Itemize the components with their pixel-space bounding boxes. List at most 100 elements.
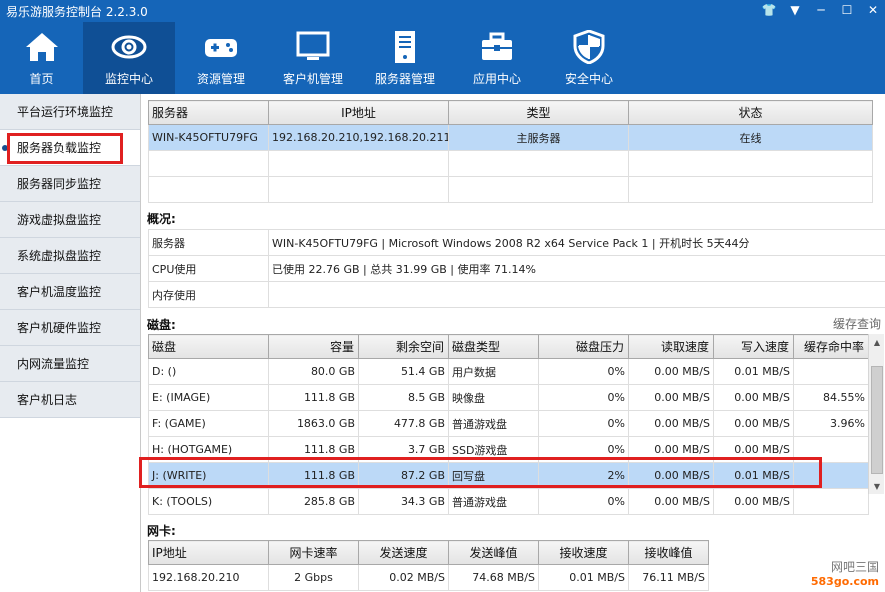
highlight-box [7, 133, 123, 164]
column-header[interactable]: 接收峰值 [628, 540, 709, 565]
disk-cache-hit-cell: 84.55% [793, 384, 869, 411]
column-header[interactable]: 服务器 [148, 100, 269, 125]
nav-label: 应用中心 [472, 72, 521, 86]
nav-security-center[interactable]: 安全中心 [543, 22, 635, 94]
table-row[interactable]: WIN-K45OFTU79FG 192.168.20.210,192.168.2… [148, 124, 873, 151]
column-header[interactable]: 磁盘压力 [538, 334, 629, 359]
nav-label: 客户机管理 [282, 72, 343, 86]
overview-table: 服务器 WIN-K45OFTU79FG | Microsoft Windows 2… [148, 229, 885, 308]
sidebar-item-client-temp[interactable]: 客户机温度监控 [0, 274, 140, 310]
disk-table-scrollbar[interactable]: ▲ ▼ [868, 334, 884, 494]
column-header[interactable]: 缓存命中率 [793, 334, 869, 359]
window-controls: 👕 ▼ ─ ☐ ✕ [761, 2, 881, 18]
nic-recv-cell: 0.01 MB/S [538, 564, 629, 591]
column-header[interactable]: 类型 [448, 100, 629, 125]
gamepad-icon [205, 39, 237, 57]
table-row[interactable]: D: () 80.0 GB 51.4 GB 用户数据 0% 0.00 MB/S 0.01 M… [148, 358, 869, 385]
column-header[interactable]: 剩余空间 [358, 334, 449, 359]
minimize-icon[interactable]: ─ [813, 2, 829, 18]
disk-cache-hit-cell [793, 358, 869, 385]
nic-ip-cell: 192.168.20.210 [148, 564, 269, 591]
nav-label: 首页 [29, 72, 54, 86]
nav-label: 监控中心 [104, 72, 153, 86]
shirt-icon[interactable]: 👕 [761, 2, 777, 18]
sidebar-item-platform-env[interactable]: 平台运行环境监控 [0, 94, 140, 130]
column-header[interactable]: 接收速度 [538, 540, 629, 565]
disk-name-cell: F: (GAME) [148, 410, 269, 437]
sidebar-item-label: 平台运行环境监控 [17, 105, 114, 119]
nic-title: 网卡: [147, 524, 176, 538]
column-header[interactable]: IP地址 [148, 540, 269, 565]
table-row[interactable]: F: (GAME) 1863.0 GB 477.8 GB 普通游戏盘 0% 0.00 MB… [148, 410, 869, 437]
server-status-cell: 在线 [628, 124, 873, 151]
disk-free-cell: 51.4 GB [358, 358, 449, 385]
disk-type-cell: 普通游戏盘 [448, 488, 539, 515]
sidebar-item-client-log[interactable]: 客户机日志 [0, 382, 140, 418]
nav-client-management[interactable]: 客户机管理 [267, 22, 359, 94]
column-header[interactable]: 容量 [268, 334, 359, 359]
nav-label: 服务器管理 [374, 72, 435, 86]
server-name-cell: WIN-K45OFTU79FG [148, 124, 269, 151]
column-header[interactable]: 发送峰值 [448, 540, 539, 565]
sidebar-item-label: 客户机硬件监控 [17, 321, 102, 335]
close-icon[interactable]: ✕ [865, 2, 881, 18]
sidebar-item-server-sync[interactable]: 服务器同步监控 [0, 166, 140, 202]
server-type-cell: 主服务器 [448, 124, 629, 151]
nav-server-management[interactable]: 服务器管理 [359, 22, 451, 94]
server-icon [395, 31, 415, 63]
scroll-thumb[interactable] [871, 366, 883, 474]
watermark-line1: 网吧三国 [830, 560, 879, 574]
sidebar-item-lan-traffic[interactable]: 内网流量监控 [0, 346, 140, 382]
disk-free-cell: 34.3 GB [358, 488, 449, 515]
overview-label: 服务器 [148, 229, 269, 256]
sidebar-item-label: 服务器同步监控 [17, 177, 102, 191]
cache-query-link[interactable]: 缓存查询 [833, 315, 881, 332]
disk-read-cell: 0.00 MB/S [628, 488, 714, 515]
overview-title: 概况: [147, 212, 176, 226]
column-header[interactable]: 网卡速率 [268, 540, 359, 565]
table-row[interactable]: K: (TOOLS) 285.8 GB 34.3 GB 普通游戏盘 0% 0.00 MB/… [148, 488, 869, 515]
nic-send-cell: 0.02 MB/S [358, 564, 449, 591]
column-header[interactable]: 磁盘类型 [448, 334, 539, 359]
nic-speed-cell: 2 Gbps [268, 564, 359, 591]
disk-read-cell: 0.00 MB/S [628, 358, 714, 385]
disk-name-cell: D: () [148, 358, 269, 385]
disk-capacity-cell: 285.8 GB [268, 488, 359, 515]
table-row[interactable]: 192.168.20.210 2 Gbps 0.02 MB/S 74.68 MB… [148, 564, 709, 591]
overview-value: WIN-K45OFTU79FG | Microsoft Windows 2008… [268, 229, 885, 256]
table-row[interactable]: E: (IMAGE) 111.8 GB 8.5 GB 映像盘 0% 0.00 MB/S 0.… [148, 384, 869, 411]
title-bar: 易乐游服务控制台 2.2.3.0 👕 ▼ ─ ☐ ✕ [0, 0, 885, 22]
column-header[interactable]: 发送速度 [358, 540, 449, 565]
highlight-box [139, 457, 822, 488]
scroll-down-icon[interactable]: ▼ [869, 478, 885, 494]
nic-send-peak-cell: 74.68 MB/S [448, 564, 539, 591]
nav-app-center[interactable]: 应用中心 [451, 22, 543, 94]
sidebar-item-client-hardware[interactable]: 客户机硬件监控 [0, 310, 140, 346]
maximize-icon[interactable]: ☐ [839, 2, 855, 18]
nav-monitor-center[interactable]: 监控中心 [83, 22, 175, 94]
menu-icon[interactable]: ▼ [787, 2, 803, 18]
shield-icon [573, 30, 605, 64]
disk-write-cell: 0.01 MB/S [713, 358, 794, 385]
disk-capacity-cell: 111.8 GB [268, 384, 359, 411]
nav-resource-management[interactable]: 资源管理 [175, 22, 267, 94]
scroll-up-icon[interactable]: ▲ [869, 334, 885, 350]
server-ip-cell: 192.168.20.210,192.168.20.211 [268, 124, 449, 151]
nic-recv-peak-cell: 76.11 MB/S [628, 564, 709, 591]
column-header[interactable]: IP地址 [268, 100, 449, 125]
nav-home[interactable]: 首页 [0, 22, 83, 94]
sidebar-item-label: 客户机温度监控 [17, 285, 102, 299]
column-header[interactable]: 写入速度 [713, 334, 794, 359]
watermark-line2: 583go.com [810, 575, 879, 588]
watermark: 网吧三国 583go.com [811, 558, 879, 588]
disk-cache-hit-cell [793, 488, 869, 515]
column-header[interactable]: 读取速度 [628, 334, 714, 359]
column-header[interactable]: 磁盘 [148, 334, 269, 359]
sidebar-item-system-vdisk[interactable]: 系统虚拟盘监控 [0, 238, 140, 274]
sidebar-item-game-vdisk[interactable]: 游戏虚拟盘监控 [0, 202, 140, 238]
server-table: 服务器 IP地址 类型 状态 WIN-K45OFTU79FG 192.168.2… [148, 100, 873, 203]
toolbox-icon [482, 32, 512, 60]
sidebar: 平台运行环境监控 服务器负载监控 服务器同步监控 游戏虚拟盘监控 系统虚拟盘监控… [0, 94, 141, 592]
column-header[interactable]: 状态 [628, 100, 873, 125]
overview-label: 内存使用 [148, 281, 269, 308]
